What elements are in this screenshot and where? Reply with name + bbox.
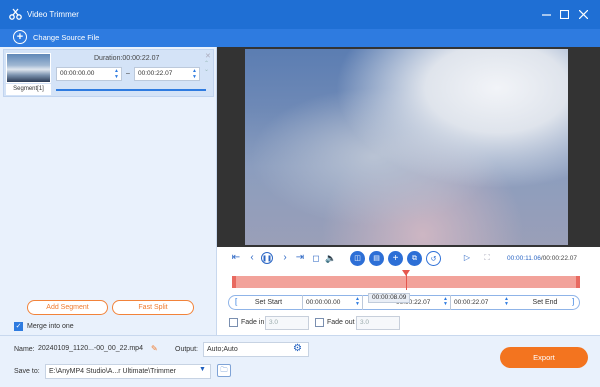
settings-gear-icon[interactable]: ⚙ [293,343,302,354]
file-name-value: 20240109_1120...-00_00_22.mp4 [38,345,143,352]
end-handle[interactable] [576,276,580,288]
reorder-arrows-icon[interactable]: ⌃ ⌄ [204,61,209,73]
volume-icon[interactable]: 🔈 [325,252,337,264]
set-start-button[interactable]: Set Start [245,296,292,309]
minimize-icon[interactable] [538,6,554,22]
merge-label: Merge into one [27,323,74,330]
jump-to-end-icon[interactable]: ⇥ [294,252,306,264]
end-bracket-icon: ] [572,297,575,306]
add-marker-icon[interactable]: + [388,251,403,266]
merge-checkbox[interactable]: ✓ [14,322,23,331]
export-button[interactable]: Export [500,347,588,368]
time-separator: – [126,70,130,77]
fade-out-duration-field[interactable]: 3.0 [356,316,400,330]
stop-icon[interactable]: ◻ [310,252,322,264]
video-frame [245,49,568,245]
playhead-time-tooltip: 00:00:08.09 [368,293,411,303]
segment-start-time-field[interactable]: 00:00:00.00 ▲ ▼ [56,67,122,81]
segment-start-time-value: 00:00:00.00 [60,70,95,77]
segment-progress-line [56,89,206,91]
merge-into-one-row[interactable]: ✓ Merge into one [14,322,74,331]
spinner-arrows-icon[interactable]: ▲ ▼ [443,297,448,307]
copy-icon[interactable]: ⧉ [407,251,422,266]
close-icon[interactable] [575,6,591,22]
save-path-value: E:\AnyMP4 Studio\A...r Ultimate\Trimmer [49,368,176,375]
segment-thumbnail [6,53,51,83]
title-bar: Video Trimmer [0,0,600,29]
open-folder-icon[interactable]: 🗀 [217,364,231,377]
fade-in-checkbox[interactable] [229,318,238,327]
fade-in-label: Fade in [241,319,265,326]
trim-start-time-value: 00:00:00.00 [306,299,341,306]
fullscreen-icon[interactable]: ⛶ [481,252,493,264]
pause-icon[interactable]: ❚❚ [261,252,273,264]
trim-end-time-field-b[interactable]: 00:00:22.07 ▲ ▼ [450,295,511,310]
output-label: Output: [175,346,198,353]
segment-mode-icon[interactable]: ▤ [369,251,384,266]
save-path-field[interactable]: E:\AnyMP4 Studio\A...r Ultimate\Trimmer [45,364,211,379]
fast-split-button[interactable]: Fast Split [112,300,194,315]
edit-name-icon[interactable]: ✎ [151,344,158,353]
previous-frame-icon[interactable]: ‹ [246,252,258,264]
add-circle-icon[interactable]: + [13,30,27,44]
save-to-label: Save to: [14,368,40,375]
spinner-arrows-icon[interactable]: ▲ ▼ [114,68,119,80]
name-label: Name: [14,346,35,353]
window-title: Video Trimmer [27,10,79,19]
start-handle[interactable] [232,276,236,288]
video-preview [217,47,600,247]
spinner-arrows-icon[interactable]: ▲ ▼ [355,297,360,307]
segment-duration: Duration:00:00:22.07 [94,55,160,62]
trim-mode-icon[interactable]: ◫ [350,251,365,266]
playback-time: 00:00:11.06/00:00:22.07 [507,255,577,262]
trim-start-time-field[interactable]: 00:00:00.00 ▲ ▼ [302,295,362,310]
start-bracket-icon: [ [235,297,238,306]
playhead-marker-icon[interactable] [402,270,410,276]
add-segment-button[interactable]: Add Segment [27,300,108,315]
fade-out-row[interactable]: Fade out [315,318,355,327]
segment-end-time-field[interactable]: 00:00:22.07 ▲ ▼ [134,67,200,81]
scissors-logo-icon [9,8,22,20]
save-path-dropdown-icon[interactable]: ▼ [199,366,206,373]
fade-in-value: 3.0 [269,319,279,326]
spinner-arrows-icon[interactable]: ▲ ▼ [192,68,197,80]
maximize-icon[interactable] [556,6,572,22]
fade-out-label: Fade out [327,319,355,326]
current-time: 00:00:11.06 [507,255,541,262]
jump-to-start-icon[interactable]: ⇤ [230,252,242,264]
total-time: 00:00:22.07 [542,255,578,262]
segment-card[interactable]: Segment[1] Duration:00:00:22.07 00:00:00… [3,49,214,97]
toolbar: + Change Source File [0,29,600,47]
next-frame-icon[interactable]: › [279,252,291,264]
play-segment-icon[interactable]: ▷ [461,252,473,264]
fade-out-checkbox[interactable] [315,318,324,327]
change-source-file-button[interactable]: Change Source File [33,33,99,42]
fade-in-duration-field[interactable]: 3.0 [265,316,309,330]
set-end-button[interactable]: Set End [520,296,570,309]
delete-segment-icon[interactable]: ✕ [205,52,211,60]
fade-out-value: 3.0 [360,319,370,326]
fade-in-row[interactable]: Fade in [229,318,264,327]
trim-end-time-value-b: 00:00:22.07 [454,299,489,306]
spinner-arrows-icon[interactable]: ▲ ▼ [504,297,509,307]
reset-icon[interactable]: ↺ [426,251,441,266]
output-format-value: Auto;Auto [207,346,238,353]
segment-end-time-value: 00:00:22.07 [138,70,173,77]
segment-panel: Segment[1] Duration:00:00:22.07 00:00:00… [0,47,217,335]
segment-label: Segment[1] [6,84,51,95]
